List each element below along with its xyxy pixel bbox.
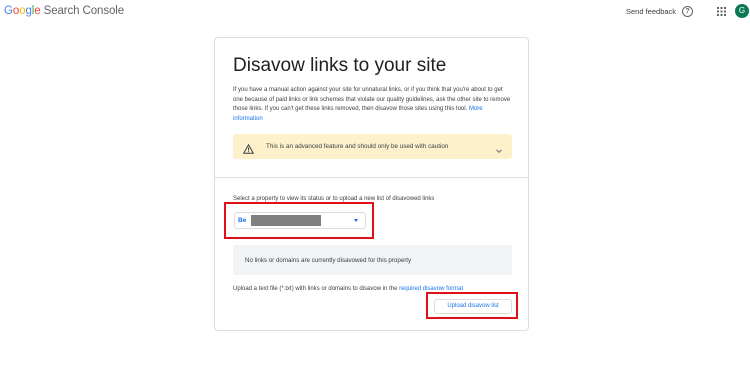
page-title: Disavow links to your site [233,55,447,76]
warning-icon [242,141,255,154]
intro-paragraph: If you have a manual action against your… [233,86,513,124]
google-search-console-logo[interactable]: Google Search Console [4,5,124,17]
send-feedback-link[interactable]: Send feedback [626,7,676,16]
caution-banner[interactable]: This is an advanced feature and should o… [233,134,512,159]
chevron-down-icon[interactable] [495,142,503,154]
property-select-highlight [224,202,374,239]
product-name: Search Console [43,5,125,17]
logo-letter: G [4,5,13,17]
top-app-bar: Google Search Console Send feedback ? G [0,0,750,24]
logo-letter: e [34,5,41,17]
apps-grid-icon[interactable] [717,7,726,16]
caution-text: This is an advanced feature and should o… [266,142,449,150]
disavow-status-box: No links or domains are currently disavo… [233,245,512,275]
empty-state-text: No links or domains are currently disavo… [245,257,412,264]
upload-button-highlight [426,292,518,319]
section-divider [215,177,528,178]
upload-instructions-text: Upload a text file (*.txt) with links or… [233,286,398,292]
help-icon[interactable]: ? [682,6,693,17]
account-avatar[interactable]: G [735,4,749,18]
disavow-card: Disavow links to your site If you have a… [214,37,529,331]
